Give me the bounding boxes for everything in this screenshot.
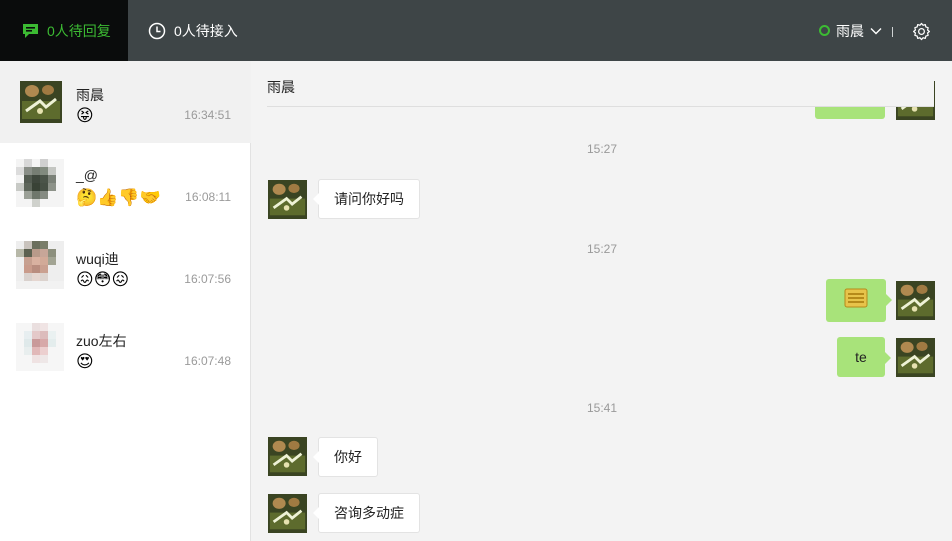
- message-timestamp: 15:27: [586, 242, 618, 256]
- message-text: 请问你好吗: [334, 191, 404, 207]
- online-status-icon: [819, 25, 830, 36]
- chat-icon: [22, 23, 39, 39]
- message-text: 咨询多动症: [334, 505, 404, 521]
- stack-emoji-icon: [843, 287, 869, 314]
- message-preview: 🤔👍👎🤝: [76, 188, 161, 207]
- outgoing-message[interactable]: [826, 279, 892, 322]
- message-timestamp: 15:41: [586, 401, 618, 415]
- conversation-item[interactable]: wuqi迪 😖😳😖 16:07:56: [0, 225, 251, 307]
- timestamp: 16:07:48: [184, 354, 231, 368]
- message-preview: 😝: [76, 106, 94, 125]
- contact-name: 雨晨: [76, 87, 104, 103]
- avatar: [16, 323, 64, 371]
- message-text: 你好: [334, 449, 362, 465]
- tab-pending-reply[interactable]: 0人待回复: [0, 0, 128, 61]
- timestamp: 16:07:56: [184, 272, 231, 286]
- avatar: [16, 159, 64, 207]
- chevron-down-icon: [870, 27, 882, 35]
- incoming-message[interactable]: 请问你好吗: [313, 179, 420, 219]
- contact-name: _@: [76, 167, 98, 183]
- timestamp: 16:34:51: [184, 108, 231, 122]
- conversation-item[interactable]: zuo左右 😍 16:07:48: [0, 307, 251, 389]
- incoming-message[interactable]: 咨询多动症: [313, 493, 420, 533]
- contact-name: zuo左右: [76, 333, 127, 349]
- avatar: [20, 81, 62, 123]
- gear-icon[interactable]: [912, 22, 931, 41]
- timestamp: 16:08:11: [185, 190, 231, 204]
- contact-name: wuqi迪: [76, 251, 119, 267]
- avatar: [268, 180, 307, 219]
- avatar: [268, 437, 307, 476]
- chat-header: 雨晨: [267, 61, 934, 107]
- conversation-item[interactable]: _@ 🤔👍👎🤝 16:08:11: [0, 143, 251, 225]
- chat-title: 雨晨: [267, 79, 295, 95]
- tab-pending-access[interactable]: 0人待接入: [148, 0, 238, 61]
- chat-panel: 雨晨 15:27 请问你好吗 15:27 te 15:41 你好 咨询多动症: [252, 61, 952, 541]
- message-timestamp: 15:27: [586, 142, 618, 156]
- avatar: [896, 338, 935, 377]
- clock-icon: [148, 22, 166, 40]
- user-menu[interactable]: 雨晨: [819, 0, 882, 61]
- user-name: 雨晨: [836, 22, 864, 39]
- avatar: [16, 241, 64, 289]
- conversation-item[interactable]: 雨晨 😝 16:34:51: [0, 61, 251, 143]
- message-preview: 😖😳😖: [76, 270, 130, 289]
- incoming-message[interactable]: 你好: [313, 437, 378, 477]
- message-preview: 😍: [76, 352, 94, 371]
- avatar: [896, 281, 935, 320]
- message-text: te: [855, 349, 867, 365]
- divider: [892, 27, 893, 37]
- top-bar: 0人待回复 0人待接入 雨晨: [0, 0, 952, 61]
- tab-pending-reply-label: 0人待回复: [47, 22, 111, 39]
- avatar: [268, 494, 307, 533]
- tab-pending-access-label: 0人待接入: [174, 22, 238, 39]
- outgoing-message[interactable]: te: [837, 337, 891, 377]
- conversation-list: 雨晨 😝 16:34:51 _@ 🤔👍👎🤝 16:08:11 wuqi迪 😖😳😖…: [0, 61, 251, 541]
